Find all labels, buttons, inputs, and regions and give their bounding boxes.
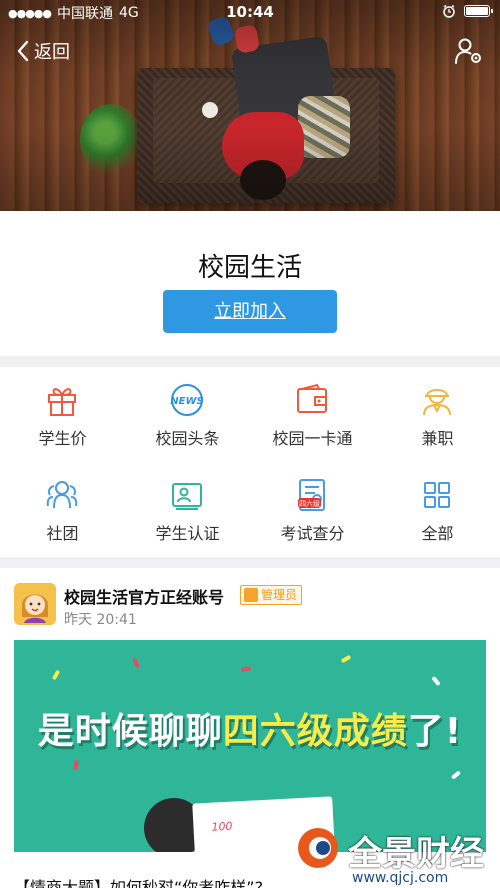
- confetti-decoration: [340, 654, 352, 664]
- grid-item-campus-news[interactable]: NEWS 校园头条: [125, 367, 250, 462]
- news-icon: NEWS: [170, 384, 204, 416]
- grid-item-label: 学生认证: [155, 524, 220, 543]
- person-body-decoration: [222, 112, 304, 180]
- post-banner-image[interactable]: 是时候聊聊四六级成绩了! 100: [14, 640, 486, 852]
- confetti-decoration: [240, 666, 252, 672]
- watermark-logo-icon: [298, 828, 338, 868]
- admin-user-icon: [244, 588, 258, 602]
- person-head-decoration: [240, 160, 286, 200]
- top-nav: 返回: [0, 36, 500, 68]
- grid-item-clubs[interactable]: 社团: [0, 462, 125, 557]
- member-settings-icon[interactable]: [454, 36, 484, 66]
- watermark-url: www.qjcj.com: [348, 870, 453, 886]
- chevron-left-icon: [17, 40, 29, 62]
- clock-label: 10:44: [226, 3, 274, 21]
- plant-decoration: [80, 104, 142, 176]
- all-grid-icon: [424, 482, 450, 508]
- grid-item-campus-card[interactable]: 校园一卡通: [250, 367, 375, 462]
- post-headline[interactable]: 【情商大题】如何秒怼“你考咋样”?: [14, 874, 263, 888]
- banner-text-start: 是时候聊聊: [37, 711, 223, 752]
- watermark-name: 全景财经: [348, 834, 484, 874]
- club-header: 校园生活 立即加入: [0, 211, 500, 356]
- confetti-decoration: [51, 669, 61, 681]
- grid-item-label: 学生价: [38, 429, 87, 448]
- wallet-card-icon: [297, 383, 327, 413]
- worker-icon: [423, 389, 451, 416]
- bag-decoration: [298, 96, 350, 158]
- cup-decoration: [202, 102, 218, 118]
- grid-item-label: 校园头条: [155, 429, 220, 448]
- grid-item-student-verify[interactable]: 学生认证: [125, 462, 250, 557]
- id-card-icon: [172, 483, 202, 510]
- grid-item-label: 兼职: [421, 429, 454, 448]
- site-watermark: 全景财经 www.qjcj.com: [260, 824, 500, 888]
- confetti-decoration: [450, 770, 462, 780]
- banner-text-end: 了!: [407, 711, 463, 752]
- avatar[interactable]: [14, 583, 56, 625]
- back-label: 返回: [34, 42, 70, 63]
- grid-item-label: 社团: [46, 524, 79, 543]
- alarm-icon: [443, 4, 455, 18]
- grid-item-all[interactable]: 全部: [375, 462, 500, 557]
- admin-badge: 管理员: [240, 585, 303, 605]
- confetti-decoration: [132, 657, 140, 669]
- cartoon-girl-avatar-icon: [14, 583, 56, 625]
- grid-item-exam-score[interactable]: 四六级 考试查分: [250, 462, 375, 557]
- grid-item-student-price[interactable]: 学生价: [0, 367, 125, 462]
- grid-item-label: 全部: [421, 524, 454, 543]
- news-icon-text: NEWS: [170, 396, 203, 407]
- confetti-decoration: [431, 675, 441, 687]
- grid-item-label: 考试查分: [280, 524, 345, 543]
- group-icon: [46, 481, 78, 509]
- back-button[interactable]: 返回: [16, 38, 70, 64]
- post-time: 昨天 20:41: [64, 612, 137, 628]
- gift-icon: [48, 388, 76, 416]
- banner-headline: 是时候聊聊四六级成绩了!: [14, 702, 486, 754]
- grid-item-part-time[interactable]: 兼职: [375, 367, 500, 462]
- grid-item-label: 校园一卡通: [272, 429, 353, 448]
- paper-score: 100: [211, 819, 233, 834]
- bench-decoration: [137, 68, 395, 203]
- banner-text-highlight: 四六级成绩: [222, 711, 408, 752]
- account-name[interactable]: 校园生活官方正经账号: [64, 584, 224, 608]
- admin-badge-label: 管理员: [261, 588, 298, 602]
- confetti-decoration: [73, 759, 79, 771]
- status-bar: ●●●●● 中国联通 4G 10:44: [0, 0, 500, 24]
- battery-icon: [464, 5, 493, 17]
- hero-cover-image: [0, 0, 500, 211]
- join-now-button[interactable]: 立即加入: [163, 290, 337, 333]
- exam-badge-text: 四六级: [299, 499, 320, 508]
- exam-score-icon: 四六级: [298, 479, 325, 511]
- service-grid: 学生价 NEWS 校园头条 校园一卡通 兼职 社团 学生认证 四六级 考试查分 …: [0, 367, 500, 557]
- club-title: 校园生活: [197, 253, 302, 283]
